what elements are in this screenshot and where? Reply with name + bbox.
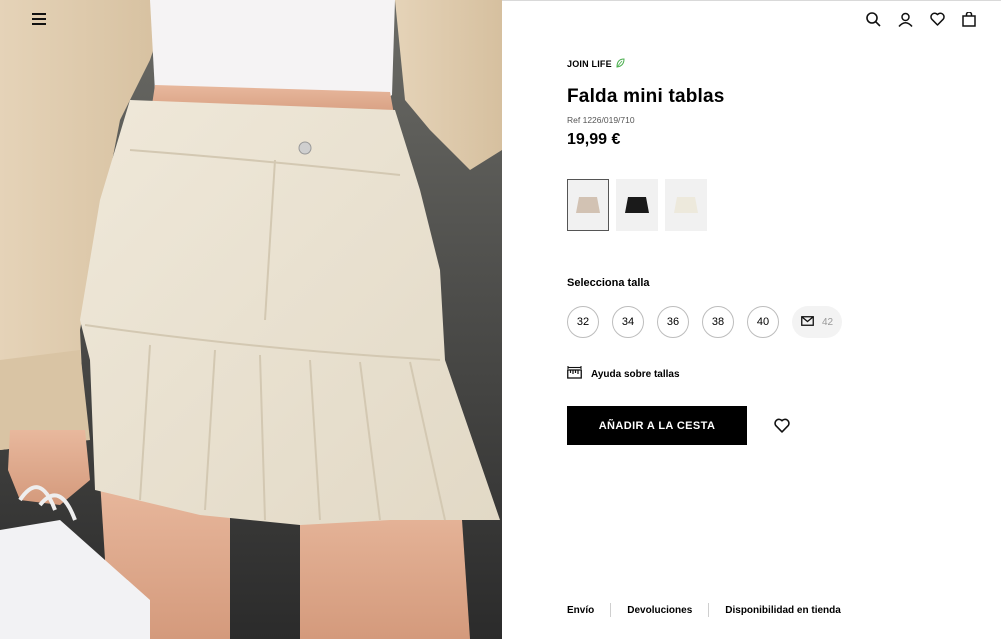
- leaf-icon: [616, 58, 625, 70]
- size-option-36[interactable]: 36: [657, 306, 689, 338]
- add-to-cart-button[interactable]: AÑADIR A LA CESTA: [567, 406, 747, 445]
- heart-icon[interactable]: [929, 10, 945, 28]
- footer-divider: [708, 603, 710, 617]
- model-photo: [0, 0, 502, 639]
- product-price: 19,99 €: [567, 131, 621, 148]
- search-icon[interactable]: [865, 10, 881, 28]
- color-swatch-cream[interactable]: [665, 179, 707, 231]
- store-availability-link[interactable]: Disponibilidad en tienda: [725, 605, 841, 616]
- size-option-42-notify[interactable]: 42: [792, 306, 842, 338]
- badge-label: JOIN LIFE: [567, 59, 612, 69]
- ruler-icon: [567, 366, 582, 382]
- shopping-bag-icon[interactable]: [961, 10, 977, 28]
- size-selector: 32 34 36 38 40 42: [567, 306, 842, 338]
- product-title: Falda mini tablas: [567, 86, 725, 107]
- hamburger-menu-icon[interactable]: [30, 10, 48, 28]
- mail-icon: [801, 315, 814, 329]
- size-option-38[interactable]: 38: [702, 306, 734, 338]
- shipping-link[interactable]: Envío: [567, 605, 594, 616]
- color-selector: [567, 179, 707, 231]
- size-section-label: Selecciona talla: [567, 277, 650, 289]
- heart-icon[interactable]: [774, 417, 790, 433]
- product-hero-image: [0, 0, 502, 639]
- color-swatch-beige[interactable]: [567, 179, 609, 231]
- size-help-link[interactable]: Ayuda sobre tallas: [567, 366, 680, 382]
- size-option-40[interactable]: 40: [747, 306, 779, 338]
- header-divider: [502, 0, 1001, 1]
- join-life-badge: JOIN LIFE: [567, 58, 625, 70]
- footer-links: Envío Devoluciones Disponibilidad en tie…: [567, 603, 841, 617]
- size-option-32[interactable]: 32: [567, 306, 599, 338]
- size-help-label: Ayuda sobre tallas: [591, 368, 680, 380]
- footer-divider: [610, 603, 612, 617]
- header-actions: [865, 10, 977, 28]
- returns-link[interactable]: Devoluciones: [627, 605, 692, 616]
- product-reference: Ref 1226/019/710: [567, 115, 635, 125]
- size-option-34[interactable]: 34: [612, 306, 644, 338]
- size-label-42: 42: [821, 316, 834, 328]
- user-icon[interactable]: [897, 10, 913, 28]
- color-swatch-black[interactable]: [616, 179, 658, 231]
